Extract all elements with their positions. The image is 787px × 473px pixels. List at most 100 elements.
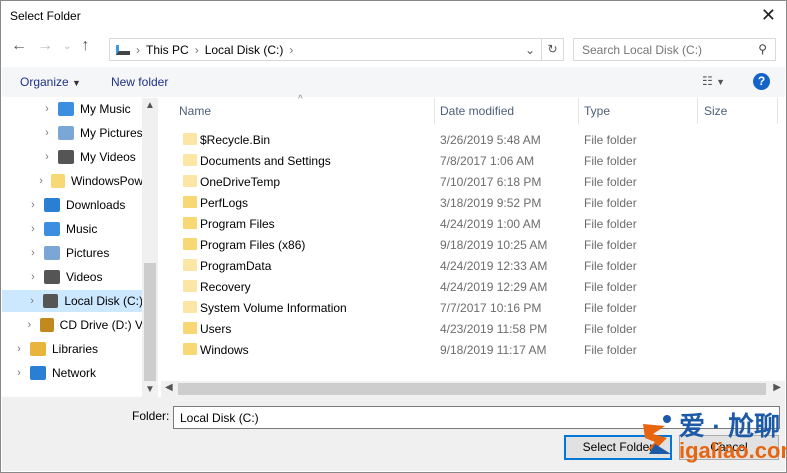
file-name: System Volume Information: [200, 300, 347, 315]
expand-chevron-icon[interactable]: ›: [12, 367, 26, 379]
folder-icon: [183, 322, 197, 334]
nav-item[interactable]: › My Videos: [2, 146, 143, 168]
file-row[interactable]: Program Files 4/24/2019 1:00 AM File folde…: [161, 213, 776, 234]
scroll-up-icon[interactable]: ▲: [142, 100, 158, 111]
nav-item-label: My Music: [80, 102, 131, 116]
file-row[interactable]: $Recycle.Bin 3/26/2019 5:48 AM File folder: [161, 129, 776, 150]
nav-item-label: My Videos: [80, 150, 136, 164]
column-size[interactable]: Size: [704, 104, 727, 118]
nav-item[interactable]: › CD Drive (D:) V: [2, 314, 143, 336]
drive-icon: [42, 294, 59, 308]
chevron-down-icon[interactable]: ⌄: [525, 43, 535, 57]
column-type[interactable]: Type: [584, 104, 610, 118]
nav-item[interactable]: › Music: [2, 218, 143, 240]
folder-input[interactable]: Local Disk (C:): [173, 406, 780, 429]
view-options-icon[interactable]: ☷ ▼: [702, 74, 725, 88]
expand-chevron-icon[interactable]: ›: [26, 223, 40, 235]
file-date: 4/24/2019 1:00 AM: [440, 216, 541, 231]
expand-chevron-icon[interactable]: ›: [12, 343, 26, 355]
folder-icon: [183, 133, 197, 145]
nav-item[interactable]: › Pictures: [2, 242, 143, 264]
nav-item[interactable]: › Libraries: [2, 338, 143, 360]
file-row[interactable]: PerfLogs 3/18/2019 9:52 PM File folder: [161, 192, 776, 213]
folder-icon: [183, 259, 197, 271]
forward-arrow-icon[interactable]: →: [37, 37, 53, 55]
breadcrumb-this-pc[interactable]: This PC: [146, 43, 189, 57]
back-arrow-icon[interactable]: ←: [11, 37, 27, 55]
close-icon[interactable]: ✕: [761, 5, 776, 26]
column-date-modified[interactable]: Date modified: [440, 104, 514, 118]
column-name[interactable]: Name: [179, 104, 211, 118]
file-row[interactable]: Recovery 4/24/2019 12:29 AM File folder: [161, 276, 776, 297]
new-folder-button[interactable]: New folder: [111, 75, 168, 89]
help-icon[interactable]: ?: [753, 73, 770, 90]
expand-chevron-icon[interactable]: ›: [26, 199, 40, 211]
scroll-thumb[interactable]: [178, 383, 766, 395]
column-divider: [578, 98, 579, 124]
folder-input-value: Local Disk (C:): [180, 411, 259, 425]
select-folder-dialog: Select Folder ✕ ← → ⌄ ↑ › This PC › Loca…: [0, 0, 787, 473]
refresh-icon[interactable]: ↻: [541, 39, 563, 60]
window-title: Select Folder: [10, 9, 81, 23]
nav-item[interactable]: › My Music: [2, 98, 143, 120]
horizontal-scrollbar[interactable]: ◀ ▶: [161, 381, 785, 397]
breadcrumb-local-disk[interactable]: Local Disk (C:): [205, 43, 284, 57]
nav-item-label: Downloads: [66, 198, 126, 212]
file-date: 3/26/2019 5:48 AM: [440, 132, 541, 147]
scroll-thumb[interactable]: [144, 263, 156, 381]
expand-chevron-icon[interactable]: ›: [35, 175, 47, 187]
file-type: File folder: [584, 300, 637, 315]
address-bar[interactable]: › This PC › Local Disk (C:) › ⌄ ↻: [109, 38, 564, 61]
file-row[interactable]: Documents and Settings 7/8/2017 1:06 AM Fi…: [161, 150, 776, 171]
file-row[interactable]: Users 4/23/2019 11:58 PM File folder: [161, 318, 776, 339]
file-name: Program Files: [200, 216, 275, 231]
file-type: File folder: [584, 321, 637, 336]
folder-icon: [183, 217, 197, 229]
file-type: File folder: [584, 258, 637, 273]
file-row[interactable]: OneDriveTemp 7/10/2017 6:18 PM File folder: [161, 171, 776, 192]
recent-chevron-icon[interactable]: ⌄: [63, 41, 71, 52]
scroll-down-icon[interactable]: ▼: [142, 384, 158, 395]
expand-chevron-icon[interactable]: ›: [40, 103, 54, 115]
toolbar: Organize ▼ New folder ☷ ▼ ?: [2, 67, 785, 97]
file-row[interactable]: System Volume Information 7/7/2017 10:16 …: [161, 297, 776, 318]
nav-item[interactable]: › My Pictures: [2, 122, 143, 144]
nav-item[interactable]: › Network: [2, 362, 143, 384]
scroll-left-icon[interactable]: ◀: [165, 382, 173, 393]
nav-item[interactable]: › Videos: [2, 266, 143, 288]
cancel-button[interactable]: Cancel: [679, 435, 779, 460]
expand-chevron-icon[interactable]: ›: [23, 319, 35, 331]
column-divider: [777, 98, 778, 124]
sort-ascending-icon: ^: [298, 94, 303, 105]
expand-chevron-icon[interactable]: ›: [26, 247, 40, 259]
file-type: File folder: [584, 132, 637, 147]
nav-item[interactable]: › Local Disk (C:): [2, 290, 143, 312]
file-type: File folder: [584, 237, 637, 252]
nav-item[interactable]: › WindowsPow: [2, 170, 143, 192]
music-icon: [44, 222, 60, 236]
search-input[interactable]: Search Local Disk (C:) ⚲: [573, 38, 776, 61]
file-row[interactable]: Program Files (x86) 9/18/2019 10:25 AM Fil…: [161, 234, 776, 255]
expand-chevron-icon[interactable]: ›: [26, 271, 40, 283]
up-arrow-icon[interactable]: ↑: [81, 37, 89, 55]
expand-chevron-icon[interactable]: ›: [40, 151, 54, 163]
file-name: Documents and Settings: [200, 153, 331, 168]
videos-icon: [44, 270, 60, 284]
chevron-right-icon[interactable]: ›: [195, 43, 199, 57]
organize-button[interactable]: Organize ▼: [20, 75, 81, 89]
chevron-right-icon[interactable]: ›: [289, 43, 293, 57]
expand-chevron-icon[interactable]: ›: [40, 127, 54, 139]
search-icon: ⚲: [758, 42, 767, 56]
nav-item[interactable]: › Downloads: [2, 194, 143, 216]
scroll-right-icon[interactable]: ▶: [773, 382, 781, 393]
file-row[interactable]: ProgramData 4/24/2019 12:33 AM File folder: [161, 255, 776, 276]
nav-item-label: Videos: [66, 270, 103, 284]
select-folder-button[interactable]: Select Folder: [564, 435, 672, 460]
file-type: File folder: [584, 174, 637, 189]
file-row[interactable]: Windows 9/18/2019 11:17 AM File folder: [161, 339, 776, 360]
nav-pane-scrollbar[interactable]: ▲ ▼: [142, 98, 158, 397]
expand-chevron-icon[interactable]: ›: [25, 295, 39, 307]
chevron-right-icon[interactable]: ›: [136, 43, 140, 57]
folder-icon: [183, 154, 197, 166]
file-type: File folder: [584, 195, 637, 210]
